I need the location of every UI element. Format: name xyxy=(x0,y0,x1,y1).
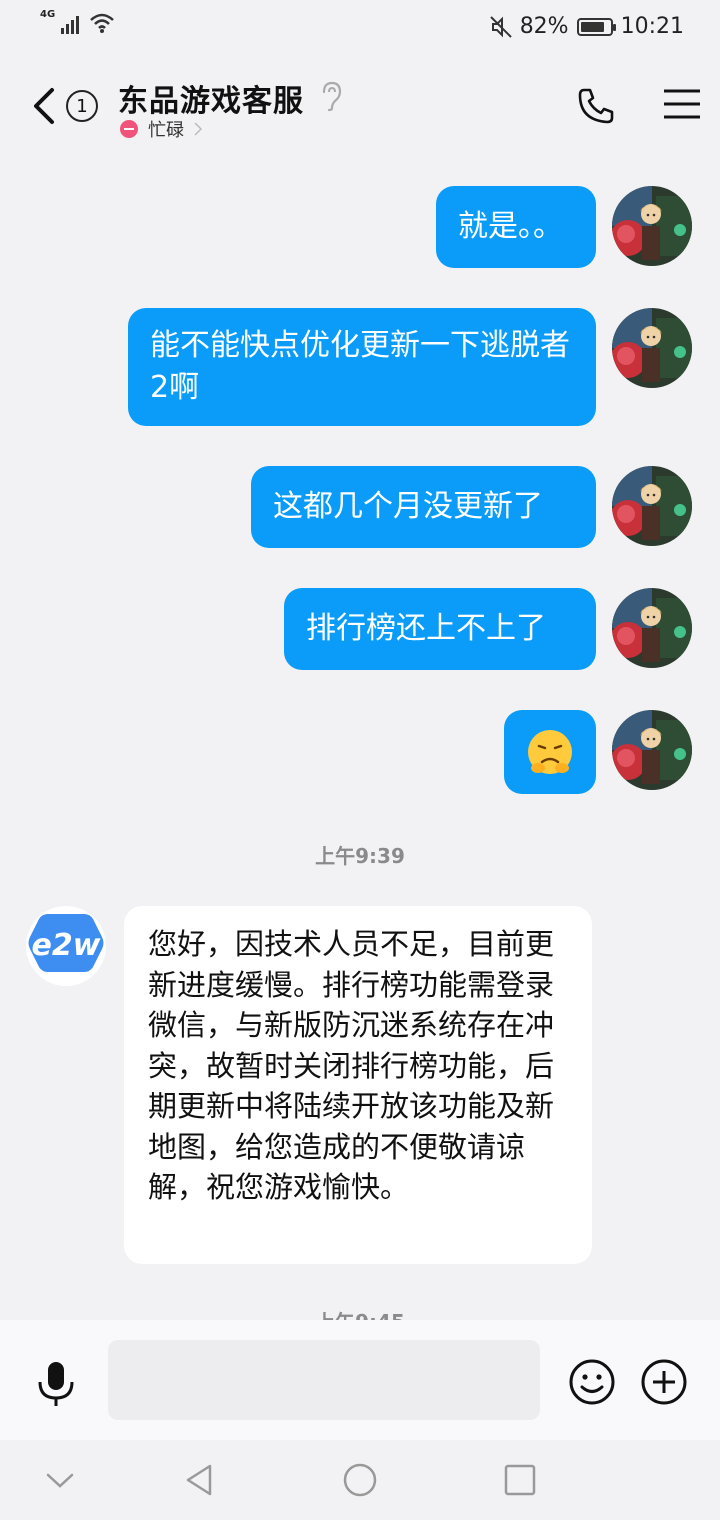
phone-icon[interactable] xyxy=(576,86,616,126)
chat-header: 1 东品游戏客服 忙碌 xyxy=(0,60,720,160)
signal-group: 4G xyxy=(40,9,115,34)
chevron-right-icon xyxy=(194,122,202,136)
mute-icon xyxy=(489,15,512,38)
nav-recent-icon[interactable] xyxy=(500,1460,540,1500)
battery-fill xyxy=(580,21,604,32)
menu-icon[interactable] xyxy=(664,88,700,120)
incoming-bubble[interactable]: 您好，因技术人员不足，目前更新进度缓慢。排行榜功能需登录微信，与新版防沉迷系统存… xyxy=(124,906,592,1264)
outgoing-bubble[interactable]: 能不能快点优化更新一下逃脱者2啊 xyxy=(128,308,596,426)
message-timestamp: 上午9:39 xyxy=(315,844,405,868)
busy-icon xyxy=(120,120,138,138)
message-timestamp: 上午9:45 xyxy=(0,1306,720,1320)
my-avatar[interactable] xyxy=(612,710,692,790)
avatar-image xyxy=(612,588,692,668)
outgoing-bubble[interactable]: 就是。。 xyxy=(436,186,596,268)
status-right: 82% 10:21 xyxy=(489,14,684,39)
e2w-logo-icon: e2w xyxy=(28,914,104,972)
network-type: 4G xyxy=(40,9,56,20)
ear-icon[interactable] xyxy=(318,80,344,112)
clock: 10:21 xyxy=(620,14,684,39)
status-bar: 4G 82% 10:21 xyxy=(0,0,720,56)
wifi-icon xyxy=(90,13,115,33)
my-avatar[interactable] xyxy=(612,588,692,668)
plus-icon[interactable] xyxy=(640,1358,688,1406)
avatar-image xyxy=(612,186,692,266)
mic-icon[interactable] xyxy=(36,1360,76,1408)
outgoing-emoji-bubble[interactable] xyxy=(504,710,596,794)
outgoing-bubble[interactable]: 排行榜还上不上了 xyxy=(284,588,596,670)
battery-icon xyxy=(576,17,616,36)
message-input[interactable] xyxy=(108,1340,540,1420)
system-nav-bar xyxy=(0,1440,720,1520)
my-avatar[interactable] xyxy=(612,308,692,388)
worried-face-emoji-icon xyxy=(528,730,572,774)
signal-icon xyxy=(61,16,80,34)
presence-status[interactable]: 忙碌 xyxy=(120,116,202,142)
battery-percent: 82% xyxy=(519,14,569,39)
emoji-icon[interactable] xyxy=(568,1358,616,1406)
nav-home-icon[interactable] xyxy=(340,1460,380,1500)
avatar-image xyxy=(612,466,692,546)
avatar-image xyxy=(612,308,692,388)
my-avatar[interactable] xyxy=(612,466,692,546)
outgoing-bubble[interactable]: 这都几个月没更新了 xyxy=(251,466,596,548)
avatar-image xyxy=(612,710,692,790)
presence-label: 忙碌 xyxy=(148,120,184,141)
back-icon[interactable] xyxy=(30,86,58,126)
logo-text: e2w xyxy=(32,928,101,963)
nav-back-icon[interactable] xyxy=(180,1460,220,1500)
nav-collapse-icon[interactable] xyxy=(40,1460,80,1500)
my-avatar[interactable] xyxy=(612,186,692,266)
unread-count-badge[interactable]: 1 xyxy=(66,90,98,122)
input-bar xyxy=(0,1320,720,1440)
service-avatar[interactable]: e2w xyxy=(26,906,106,986)
chat-title: 东品游戏客服 xyxy=(118,84,304,119)
